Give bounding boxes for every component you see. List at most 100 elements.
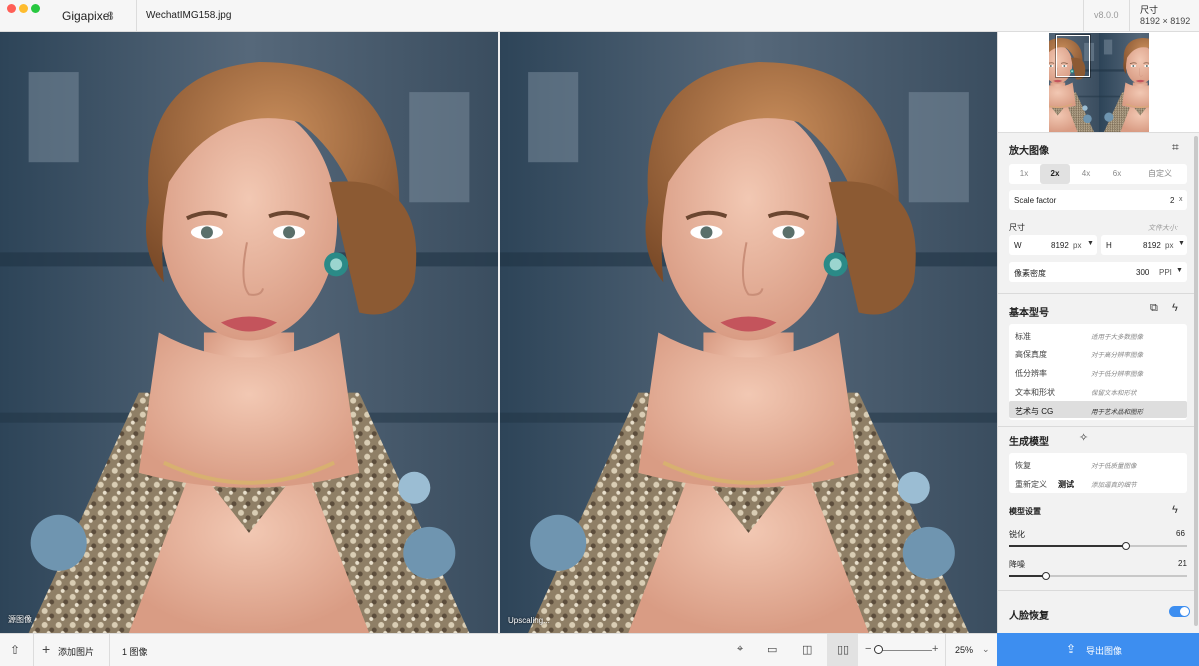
chevron-down-icon[interactable]: ▼ [1178,240,1185,247]
compare-icon[interactable]: ⧉ [1150,302,1158,315]
upscaled-image-pane[interactable]: Upscaling... [500,32,997,633]
generative-model-title: 生成模型 [1009,437,1049,448]
toolbar-separator [109,634,110,666]
split-view-icon[interactable]: ◫ [802,643,812,656]
bolt-icon[interactable]: ϟ [1172,504,1178,516]
model-name: 艺术与 CG [1015,407,1054,416]
zoom-in-button[interactable]: + [932,643,938,655]
source-image [0,32,498,633]
model-name: 标准 [1015,332,1031,341]
zoom-slider-handle[interactable] [874,645,883,654]
scale-factor-field[interactable]: Scale factor 2 x [1009,190,1187,210]
model-item-standard[interactable]: 标准 适用于大多数图像 [1009,326,1187,343]
sidebar-scrollbar[interactable] [1194,136,1198,626]
model-item-text-shapes[interactable]: 文本和形状 保留文本和形状 [1009,382,1187,399]
app-name: Gigapixel [62,9,113,23]
image-count: 1 图像 [122,647,148,657]
viewport-frame[interactable] [1056,35,1090,77]
model-item-art-cg[interactable]: 艺术与 CG 用于艺术品和图形 [1009,401,1187,418]
crop-icon[interactable]: ⌗ [1172,140,1179,155]
app-version: v8.0.0 [1094,10,1119,20]
model-name: 文本和形状 [1015,388,1055,397]
zoom-window-button[interactable] [31,4,40,13]
title-bar: Gigapixel 8 WechatIMG158.jpg v8.0.0 尺寸 8… [0,0,1199,32]
plus-icon[interactable]: + [42,641,50,657]
title-separator [1083,0,1084,32]
scale-option-4x[interactable]: 4x [1071,164,1101,184]
section-divider [998,426,1194,427]
title-separator [1129,0,1130,32]
model-name: 恢复 [1015,461,1031,470]
sharpen-slider-handle[interactable] [1122,542,1131,550]
add-image-button[interactable]: 添加图片 [58,645,94,658]
export-icon: ⇪ [1066,642,1077,656]
section-divider [998,590,1194,591]
width-field[interactable]: W 8192 px ▼ [1009,235,1097,255]
model-desc: 适用于大多数图像 [1091,334,1143,341]
app-version-badge: 8 [107,9,114,23]
scale-option-custom[interactable]: 自定义 [1133,164,1187,184]
sharpen-value: 66 [1176,529,1185,538]
width-label: W [1014,241,1022,250]
toolbar-separator [33,634,34,666]
model-item-recover[interactable]: 恢复 对于低质量图像 [1009,455,1187,472]
settings-sidebar: 放大图像 ⌗ 1x 2x 4x 6x 自定义 Scale factor 2 x … [997,32,1199,633]
wand-icon[interactable]: ✧ [1079,431,1088,444]
model-item-redefine[interactable]: 重新定义 测试 添加逼真的细节 [1009,474,1187,491]
face-recovery-toggle[interactable] [1169,606,1190,617]
sharpen-slider-fill [1009,545,1127,547]
model-name: 低分辨率 [1015,369,1047,378]
navigator-thumbnail[interactable] [1049,33,1149,132]
upload-icon[interactable]: ⇧ [10,643,20,657]
close-window-button[interactable] [7,4,16,13]
dimensions-label: 尺寸 [1140,5,1159,15]
chevron-down-icon[interactable]: ⌄ [982,644,990,655]
base-model-title: 基本型号 [1009,308,1049,319]
upscaled-image [500,32,997,633]
scale-option-1x[interactable]: 1x [1009,164,1039,184]
single-view-icon[interactable]: ▭ [767,643,777,656]
export-label: 导出图像 [1086,646,1123,656]
denoise-slider-fill [1009,575,1047,577]
bolt-icon[interactable]: ϟ [1172,302,1178,314]
model-desc: 保留文本和形状 [1091,390,1137,397]
scale-option-6x[interactable]: 6x [1102,164,1132,184]
section-divider [998,293,1194,294]
width-value[interactable]: 8192 [1051,241,1069,250]
export-button[interactable]: ⇪ 导出图像 [997,633,1199,666]
scale-factor-unit: x [1179,196,1183,203]
toggle-knob [1180,607,1189,616]
side-by-side-view-button[interactable]: ▯▯ [827,634,858,666]
height-unit: px [1165,241,1174,250]
sharpen-slider[interactable] [1009,542,1187,550]
denoise-slider[interactable] [1009,572,1187,580]
ppi-field[interactable]: 像素密度 300 PPI ▼ [1009,262,1187,282]
denoise-slider-handle[interactable] [1042,572,1051,580]
width-unit: px [1073,241,1082,250]
model-name: 高保真度 [1015,350,1047,359]
scale-selector: 1x 2x 4x 6x 自定义 [1009,164,1187,184]
zoom-out-button[interactable]: − [865,643,871,655]
scale-factor-value[interactable]: 2 [1170,196,1174,205]
model-desc: 添加逼真的细节 [1091,482,1137,489]
height-value[interactable]: 8192 [1143,241,1161,250]
side-by-side-icon: ▯▯ [837,644,850,656]
minimize-window-button[interactable] [19,4,28,13]
height-field[interactable]: H 8192 px ▼ [1101,235,1187,255]
ppi-value[interactable]: 300 [1136,268,1149,277]
scale-option-2x[interactable]: 2x [1040,164,1070,184]
model-item-low-res[interactable]: 低分辨率 对于低分辨率图像 [1009,363,1187,380]
model-desc: 对于高分辨率图像 [1091,352,1143,359]
sharpen-label: 锐化 [1009,530,1025,539]
zoom-level[interactable]: 25% [955,645,973,655]
base-model-list: 标准 适用于大多数图像 高保真度 对于高分辨率图像 低分辨率 对于低分辨率图像 … [1009,324,1187,420]
chevron-down-icon[interactable]: ▼ [1176,267,1183,274]
zoom-slider[interactable] [876,650,932,651]
chevron-down-icon[interactable]: ▼ [1087,240,1094,247]
height-label: H [1106,241,1112,250]
dimensions-value: 8192 × 8192 [1140,16,1191,26]
ppi-label: 像素密度 [1014,269,1046,278]
model-item-high-fidelity[interactable]: 高保真度 对于高分辨率图像 [1009,344,1187,361]
source-image-pane[interactable]: 源图像 [0,32,498,633]
fit-screen-icon[interactable]: ⌖ [737,643,743,656]
